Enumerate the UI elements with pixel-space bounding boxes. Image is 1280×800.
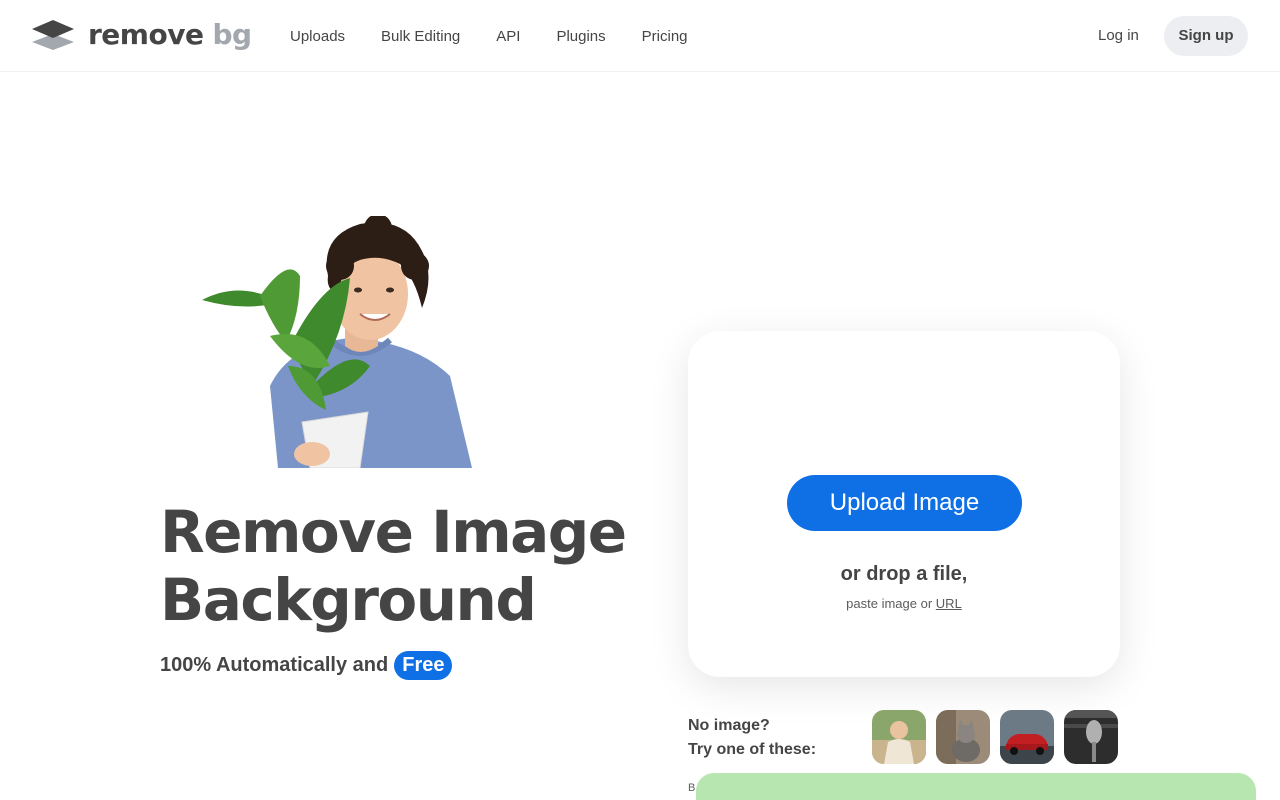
hero-subtitle: 100% Automatically and Free (160, 651, 453, 680)
site-header: remove bg Uploads Bulk Editing API Plugin… (0, 0, 1280, 72)
upload-image-button[interactable]: Upload Image (787, 475, 1022, 531)
nav-uploads[interactable]: Uploads (272, 20, 363, 53)
title-line-2: Background (160, 566, 537, 634)
sample-prompt: No image? Try one of these: (688, 714, 816, 762)
bottom-partial-text: B (688, 782, 696, 794)
sample-microphone-thumbnail[interactable] (1064, 710, 1118, 764)
sample-thumbnails (872, 710, 1118, 764)
page-title: Remove Image Background (160, 498, 660, 634)
paste-text: paste image or (846, 596, 933, 611)
url-link[interactable]: URL (936, 596, 962, 611)
hero-person-with-plant-image (200, 216, 476, 468)
subtitle-text: 100% Automatically and (160, 654, 389, 676)
sample-prompt-line-1: No image? (688, 717, 770, 734)
signup-button[interactable]: Sign up (1164, 16, 1248, 56)
logo[interactable]: remove bg (30, 18, 252, 52)
logo-layers-icon (32, 20, 74, 50)
sample-woman-thumbnail[interactable] (872, 710, 926, 764)
upload-dropzone[interactable]: Upload Image or drop a file, paste image… (688, 331, 1120, 677)
logo-text: remove bg (88, 18, 252, 51)
sample-cat-thumbnail[interactable] (936, 710, 990, 764)
title-line-1: Remove Image (160, 498, 627, 566)
paste-instructions: paste image or URL (688, 596, 1120, 611)
login-link[interactable]: Log in (1082, 20, 1155, 52)
nav-plugins[interactable]: Plugins (538, 20, 623, 53)
nav-bulk-editing[interactable]: Bulk Editing (363, 20, 478, 53)
sample-car-thumbnail[interactable] (1000, 710, 1054, 764)
main-nav: Uploads Bulk Editing API Plugins Pricing (272, 0, 706, 72)
nav-pricing[interactable]: Pricing (624, 20, 706, 53)
promo-banner[interactable] (696, 773, 1256, 800)
nav-api[interactable]: API (478, 20, 538, 53)
drop-file-text: or drop a file, (840, 563, 968, 585)
free-badge: Free (394, 651, 453, 680)
sample-prompt-line-2: Try one of these: (688, 741, 817, 758)
